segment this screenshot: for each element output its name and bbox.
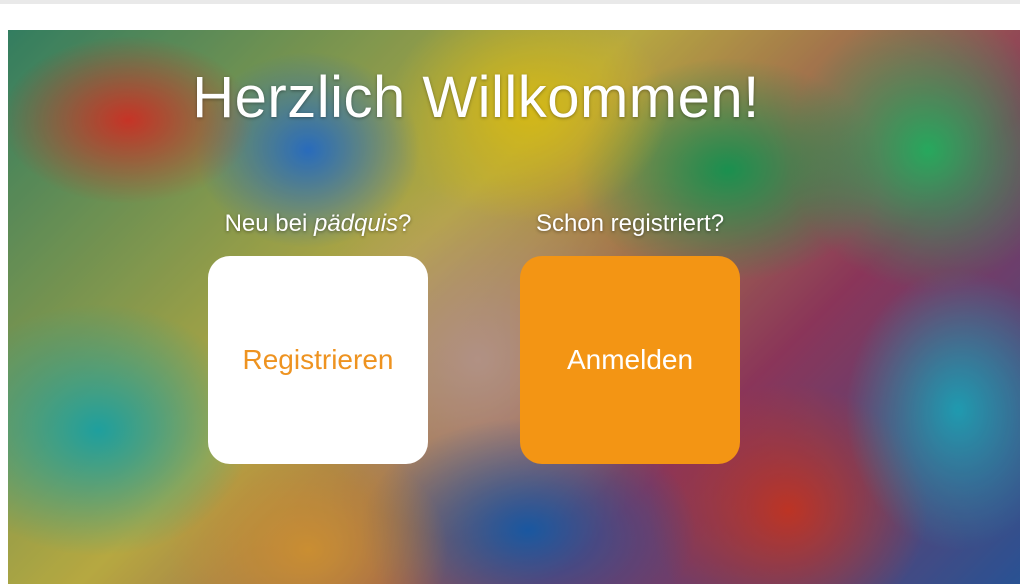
top-bar [0, 0, 1020, 30]
login-button[interactable]: Anmelden [520, 256, 740, 464]
register-question-suffix: ? [398, 210, 412, 237]
hero-banner: Herzlich Willkommen! Neu bei pädquis? Re… [8, 30, 1020, 584]
hero-content: Herzlich Willkommen! Neu bei pädquis? Re… [8, 30, 1020, 584]
register-button[interactable]: Registrieren [208, 256, 428, 464]
register-question: Neu bei pädquis? [208, 206, 428, 242]
login-button-label: Anmelden [566, 344, 694, 375]
register-question-prefix: Neu bei [224, 210, 314, 237]
login-question: Schon registriert? [535, 210, 725, 237]
login-column: Schon registriert? Anmelden [520, 206, 740, 464]
register-column: Neu bei pädquis? Registrieren [208, 206, 428, 464]
brand-name: pädquis [313, 210, 399, 237]
welcome-title: Herzlich Willkommen! [192, 65, 760, 130]
register-button-label: Registrieren [242, 344, 394, 375]
